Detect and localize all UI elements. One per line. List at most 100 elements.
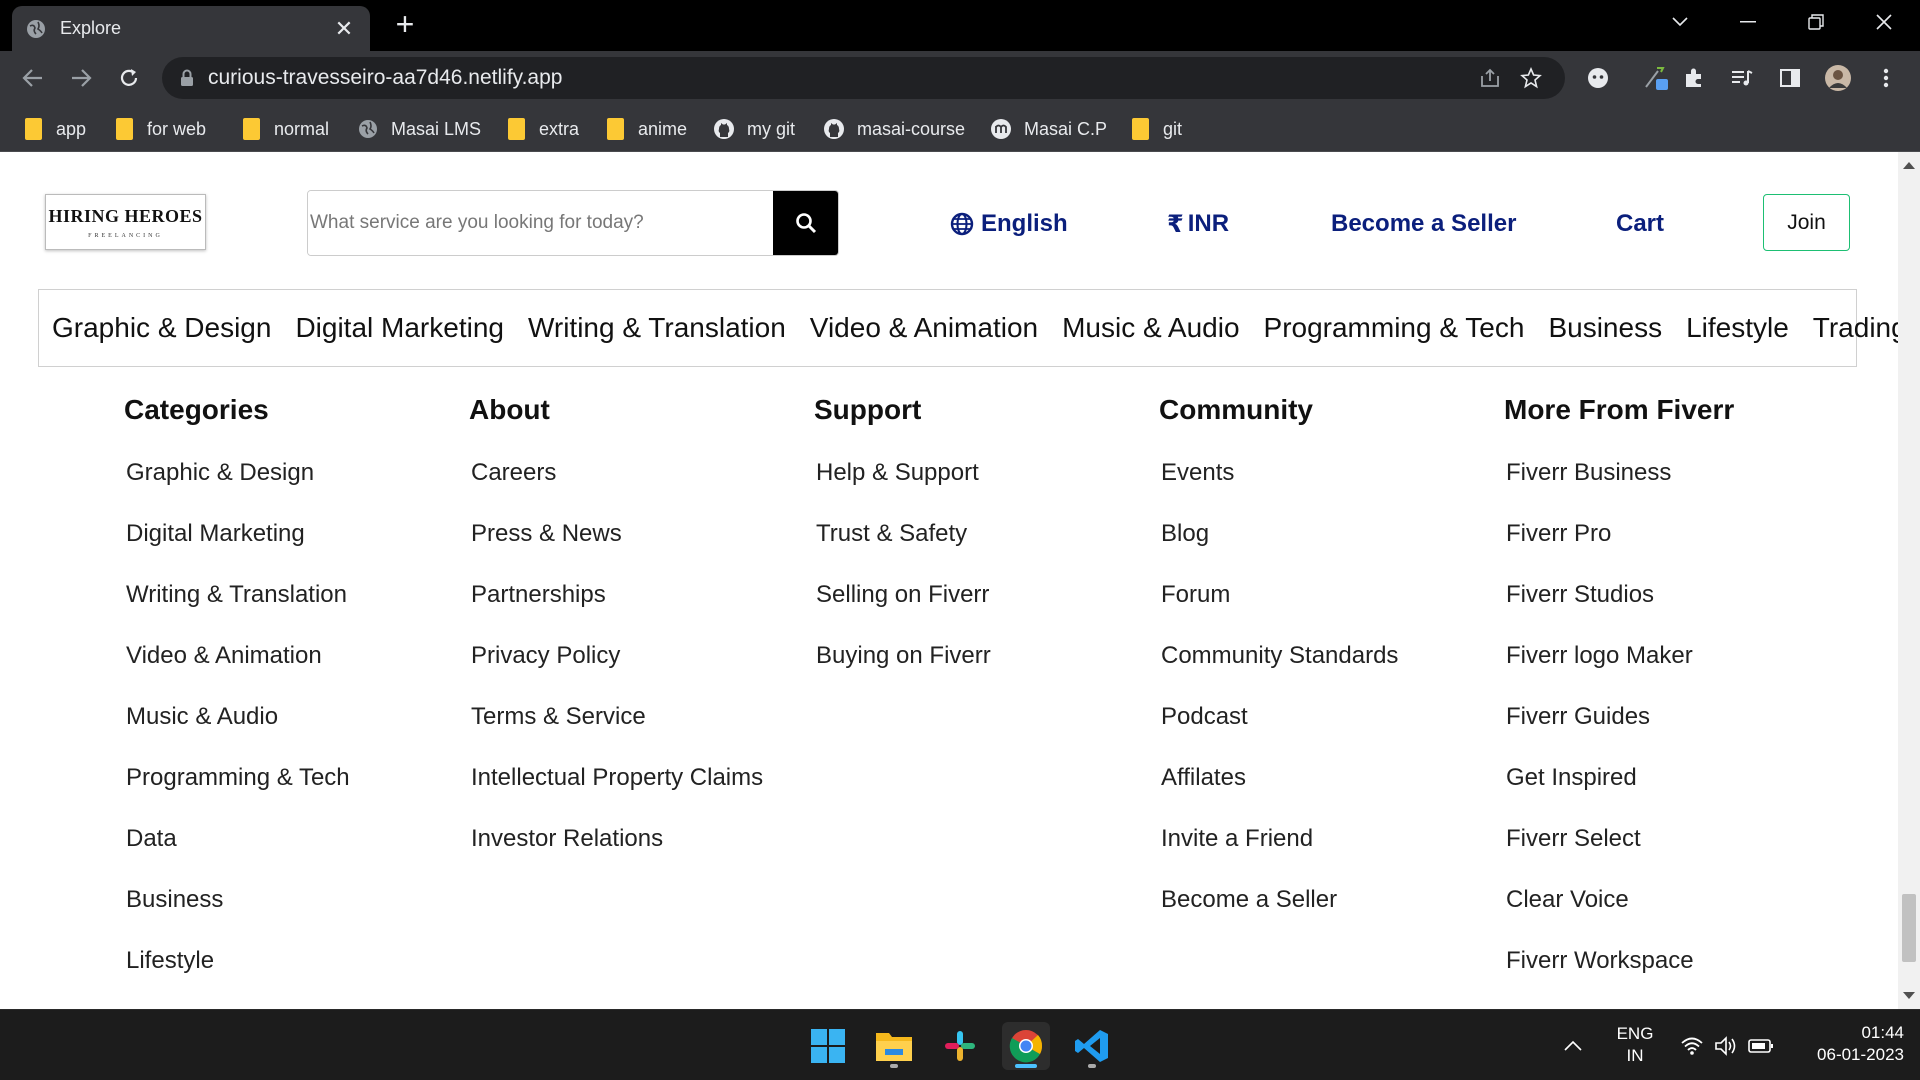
category-nav-item[interactable]: Lifestyle bbox=[1686, 312, 1789, 344]
currency-selector[interactable]: ₹ INR bbox=[1167, 207, 1229, 241]
category-nav-item[interactable]: Digital Marketing bbox=[295, 312, 504, 344]
address-bar[interactable]: curious-travesseiro-aa7d46.netlify.app bbox=[162, 57, 1565, 99]
search-input[interactable] bbox=[308, 191, 773, 255]
footer-link[interactable]: Careers bbox=[469, 455, 763, 516]
bookmark-masai-cp[interactable]: Masai C.P bbox=[990, 115, 1107, 143]
minimize-icon[interactable] bbox=[1720, 0, 1776, 44]
clock[interactable]: 01:44 06-01-2023 bbox=[1790, 1022, 1904, 1066]
extensions-puzzle-icon[interactable] bbox=[1679, 63, 1709, 93]
windows-start-icon[interactable] bbox=[804, 1022, 852, 1070]
color-picker-extension-icon[interactable] bbox=[1641, 63, 1671, 93]
cart-link[interactable]: Cart bbox=[1616, 207, 1664, 241]
slack-icon[interactable] bbox=[936, 1022, 984, 1070]
footer-link[interactable]: Fiverr Select bbox=[1504, 821, 1734, 882]
footer-link[interactable]: Partnerships bbox=[469, 577, 763, 638]
footer-link[interactable]: Investor Relations bbox=[469, 821, 763, 882]
system-tray-icons[interactable] bbox=[1672, 1022, 1782, 1070]
tab-close-icon[interactable]: ✕ bbox=[332, 16, 356, 42]
close-window-icon[interactable] bbox=[1856, 0, 1912, 44]
footer-link[interactable]: Blog bbox=[1159, 516, 1398, 577]
footer-link[interactable]: Selling on Fiverr bbox=[814, 577, 991, 638]
footer-link[interactable]: Music & Audio bbox=[124, 699, 350, 760]
tab-search-icon[interactable] bbox=[1652, 0, 1708, 44]
footer-link[interactable]: Trust & Safety bbox=[814, 516, 991, 577]
bookmark-star-icon[interactable] bbox=[1516, 63, 1546, 93]
footer-link[interactable]: Affilates bbox=[1159, 760, 1398, 821]
footer-link[interactable]: Data bbox=[124, 821, 350, 882]
forward-arrow-icon[interactable] bbox=[66, 63, 96, 93]
footer-link[interactable]: Become a Seller bbox=[1159, 882, 1398, 943]
bookmark-app[interactable]: app bbox=[22, 115, 86, 143]
browser-tab[interactable]: Explore ✕ bbox=[12, 6, 370, 51]
footer-link[interactable]: Fiverr Workspace bbox=[1504, 943, 1734, 1004]
bookmark-for-web[interactable]: for web bbox=[113, 115, 206, 143]
footer-link[interactable]: Business bbox=[124, 882, 350, 943]
bookmark-masai-lms[interactable]: Masai LMS bbox=[357, 115, 481, 143]
footer-link[interactable]: Video & Animation bbox=[124, 638, 350, 699]
bookmark-normal[interactable]: normal bbox=[240, 115, 329, 143]
scroll-down-arrow-icon[interactable] bbox=[1903, 992, 1915, 999]
folder-icon bbox=[505, 118, 527, 140]
extension-face-icon[interactable] bbox=[1583, 63, 1613, 93]
chrome-icon[interactable] bbox=[1002, 1022, 1050, 1070]
footer-link[interactable]: Invite a Friend bbox=[1159, 821, 1398, 882]
category-nav-item[interactable]: Video & Animation bbox=[810, 312, 1038, 344]
category-nav-item[interactable]: Trading bbox=[1813, 312, 1898, 344]
footer-link[interactable]: Graphic & Design bbox=[124, 455, 350, 516]
footer-link[interactable]: Get Inspired bbox=[1504, 760, 1734, 821]
footer-link[interactable]: Fiverr Studios bbox=[1504, 577, 1734, 638]
join-button[interactable]: Join bbox=[1763, 194, 1850, 251]
side-panel-icon[interactable] bbox=[1775, 63, 1805, 93]
search-button[interactable] bbox=[773, 191, 838, 255]
footer-link[interactable]: Buying on Fiverr bbox=[814, 638, 991, 699]
footer-link[interactable]: Programming & Tech bbox=[124, 760, 350, 821]
language-selector[interactable]: English bbox=[950, 207, 1068, 241]
profile-avatar-icon[interactable] bbox=[1823, 63, 1853, 93]
scroll-up-arrow-icon[interactable] bbox=[1903, 162, 1915, 169]
search-icon bbox=[795, 213, 816, 234]
share-icon[interactable] bbox=[1475, 63, 1505, 93]
site-logo[interactable]: HIRING HEROES FREELANCING bbox=[45, 194, 206, 250]
new-tab-button[interactable]: + bbox=[390, 8, 420, 40]
page-scrollbar[interactable] bbox=[1898, 152, 1920, 1009]
footer-link[interactable]: Intellectual Property Claims bbox=[469, 760, 763, 821]
file-explorer-icon[interactable] bbox=[870, 1022, 918, 1070]
bookmark-anime[interactable]: anime bbox=[604, 115, 687, 143]
input-language[interactable]: ENG IN bbox=[1610, 1023, 1660, 1067]
category-nav-item[interactable]: Graphic & Design bbox=[52, 312, 271, 344]
category-nav-item[interactable]: Programming & Tech bbox=[1264, 312, 1525, 344]
footer-link[interactable]: Lifestyle bbox=[124, 943, 350, 1004]
bookmark-masai-course[interactable]: masai-course bbox=[823, 115, 965, 143]
footer-link[interactable]: Fiverr Business bbox=[1504, 455, 1734, 516]
footer-link[interactable]: Fiverr Pro bbox=[1504, 516, 1734, 577]
bookmark-my-git[interactable]: my git bbox=[713, 115, 795, 143]
reload-icon[interactable] bbox=[114, 63, 144, 93]
bookmark-extra[interactable]: extra bbox=[505, 115, 579, 143]
footer-link[interactable]: Writing & Translation bbox=[124, 577, 350, 638]
bookmark-label: masai-course bbox=[857, 118, 966, 139]
vscode-icon[interactable] bbox=[1068, 1022, 1116, 1070]
footer-link[interactable]: Clear Voice bbox=[1504, 882, 1734, 943]
footer-link[interactable]: Digital Marketing bbox=[124, 516, 350, 577]
back-arrow-icon[interactable] bbox=[18, 63, 48, 93]
media-queue-icon[interactable] bbox=[1727, 63, 1757, 93]
footer-link[interactable]: Press & News bbox=[469, 516, 763, 577]
footer-link[interactable]: Fiverr logo Maker bbox=[1504, 638, 1734, 699]
chrome-menu-icon[interactable] bbox=[1871, 63, 1901, 93]
footer-link[interactable]: Help & Support bbox=[814, 455, 991, 516]
bookmark-git[interactable]: git bbox=[1129, 115, 1182, 143]
footer-link[interactable]: Terms & Service bbox=[469, 699, 763, 760]
chevron-up-icon[interactable] bbox=[1553, 1022, 1593, 1070]
footer-link[interactable]: Community Standards bbox=[1159, 638, 1398, 699]
restore-icon[interactable] bbox=[1788, 0, 1844, 44]
footer-link[interactable]: Fiverr Guides bbox=[1504, 699, 1734, 760]
footer-link[interactable]: Events bbox=[1159, 455, 1398, 516]
scrollbar-thumb[interactable] bbox=[1902, 894, 1916, 962]
category-nav-item[interactable]: Business bbox=[1548, 312, 1662, 344]
category-nav-item[interactable]: Music & Audio bbox=[1062, 312, 1239, 344]
footer-link[interactable]: Podcast bbox=[1159, 699, 1398, 760]
footer-link[interactable]: Forum bbox=[1159, 577, 1398, 638]
become-seller-link[interactable]: Become a Seller bbox=[1331, 207, 1516, 241]
category-nav-item[interactable]: Writing & Translation bbox=[528, 312, 786, 344]
footer-link[interactable]: Privacy Policy bbox=[469, 638, 763, 699]
